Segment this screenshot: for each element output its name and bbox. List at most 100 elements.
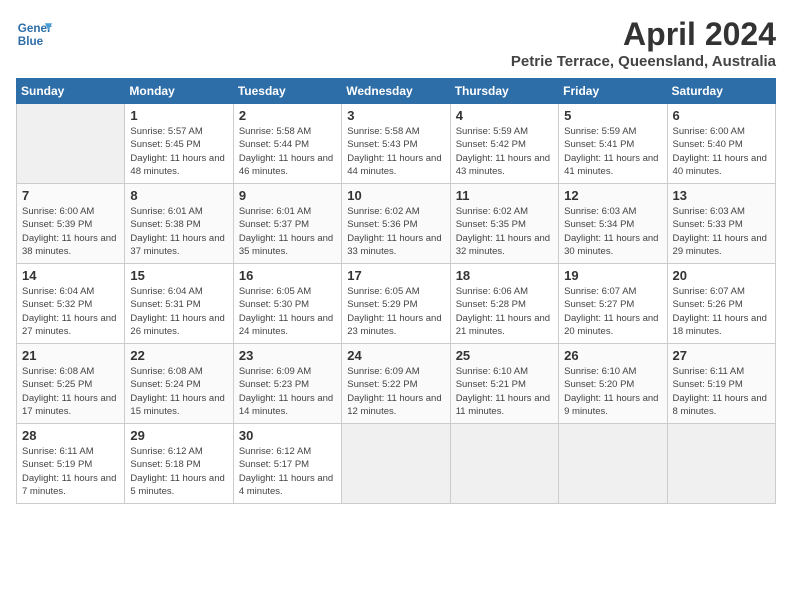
day-detail: Sunrise: 5:58 AM Sunset: 5:43 PM Dayligh… — [347, 125, 444, 178]
day-number: 22 — [130, 348, 227, 363]
weekday-header-thursday: Thursday — [450, 79, 558, 104]
calendar-cell: 19 Sunrise: 6:07 AM Sunset: 5:27 PM Dayl… — [559, 264, 667, 344]
day-number: 3 — [347, 108, 444, 123]
day-detail: Sunrise: 6:07 AM Sunset: 5:27 PM Dayligh… — [564, 285, 661, 338]
calendar-cell: 3 Sunrise: 5:58 AM Sunset: 5:43 PM Dayli… — [342, 104, 450, 184]
day-number: 4 — [456, 108, 553, 123]
calendar-week-row: 28 Sunrise: 6:11 AM Sunset: 5:19 PM Dayl… — [17, 424, 776, 504]
day-detail: Sunrise: 5:59 AM Sunset: 5:42 PM Dayligh… — [456, 125, 553, 178]
calendar-cell: 8 Sunrise: 6:01 AM Sunset: 5:38 PM Dayli… — [125, 184, 233, 264]
day-detail: Sunrise: 5:57 AM Sunset: 5:45 PM Dayligh… — [130, 125, 227, 178]
day-detail: Sunrise: 6:00 AM Sunset: 5:39 PM Dayligh… — [22, 205, 119, 258]
calendar-table: SundayMondayTuesdayWednesdayThursdayFrid… — [16, 78, 776, 504]
calendar-cell: 26 Sunrise: 6:10 AM Sunset: 5:20 PM Dayl… — [559, 344, 667, 424]
day-number: 25 — [456, 348, 553, 363]
calendar-cell: 10 Sunrise: 6:02 AM Sunset: 5:36 PM Dayl… — [342, 184, 450, 264]
weekday-header-saturday: Saturday — [667, 79, 775, 104]
day-detail: Sunrise: 6:06 AM Sunset: 5:28 PM Dayligh… — [456, 285, 553, 338]
day-number: 2 — [239, 108, 336, 123]
weekday-header-monday: Monday — [125, 79, 233, 104]
calendar-cell: 20 Sunrise: 6:07 AM Sunset: 5:26 PM Dayl… — [667, 264, 775, 344]
calendar-cell — [559, 424, 667, 504]
calendar-cell: 27 Sunrise: 6:11 AM Sunset: 5:19 PM Dayl… — [667, 344, 775, 424]
day-number: 8 — [130, 188, 227, 203]
weekday-header-friday: Friday — [559, 79, 667, 104]
day-detail: Sunrise: 5:59 AM Sunset: 5:41 PM Dayligh… — [564, 125, 661, 178]
calendar-week-row: 7 Sunrise: 6:00 AM Sunset: 5:39 PM Dayli… — [17, 184, 776, 264]
day-detail: Sunrise: 6:08 AM Sunset: 5:24 PM Dayligh… — [130, 365, 227, 418]
weekday-header-wednesday: Wednesday — [342, 79, 450, 104]
day-number: 11 — [456, 188, 553, 203]
calendar-cell — [17, 104, 125, 184]
day-number: 9 — [239, 188, 336, 203]
day-number: 17 — [347, 268, 444, 283]
day-detail: Sunrise: 6:08 AM Sunset: 5:25 PM Dayligh… — [22, 365, 119, 418]
day-number: 18 — [456, 268, 553, 283]
calendar-cell: 25 Sunrise: 6:10 AM Sunset: 5:21 PM Dayl… — [450, 344, 558, 424]
calendar-cell: 17 Sunrise: 6:05 AM Sunset: 5:29 PM Dayl… — [342, 264, 450, 344]
day-detail: Sunrise: 6:02 AM Sunset: 5:35 PM Dayligh… — [456, 205, 553, 258]
day-number: 10 — [347, 188, 444, 203]
day-detail: Sunrise: 6:05 AM Sunset: 5:30 PM Dayligh… — [239, 285, 336, 338]
page-header: General Blue April 2024 Petrie Terrace, … — [16, 16, 776, 70]
svg-text:Blue: Blue — [18, 35, 44, 48]
weekday-header-row: SundayMondayTuesdayWednesdayThursdayFrid… — [17, 79, 776, 104]
day-detail: Sunrise: 6:07 AM Sunset: 5:26 PM Dayligh… — [673, 285, 770, 338]
calendar-cell: 24 Sunrise: 6:09 AM Sunset: 5:22 PM Dayl… — [342, 344, 450, 424]
weekday-header-tuesday: Tuesday — [233, 79, 341, 104]
calendar-cell — [450, 424, 558, 504]
calendar-cell: 15 Sunrise: 6:04 AM Sunset: 5:31 PM Dayl… — [125, 264, 233, 344]
calendar-cell: 14 Sunrise: 6:04 AM Sunset: 5:32 PM Dayl… — [17, 264, 125, 344]
calendar-cell: 7 Sunrise: 6:00 AM Sunset: 5:39 PM Dayli… — [17, 184, 125, 264]
day-number: 16 — [239, 268, 336, 283]
day-detail: Sunrise: 6:10 AM Sunset: 5:20 PM Dayligh… — [564, 365, 661, 418]
day-detail: Sunrise: 6:09 AM Sunset: 5:22 PM Dayligh… — [347, 365, 444, 418]
day-detail: Sunrise: 6:11 AM Sunset: 5:19 PM Dayligh… — [673, 365, 770, 418]
day-number: 7 — [22, 188, 119, 203]
calendar-cell: 1 Sunrise: 5:57 AM Sunset: 5:45 PM Dayli… — [125, 104, 233, 184]
calendar-cell: 9 Sunrise: 6:01 AM Sunset: 5:37 PM Dayli… — [233, 184, 341, 264]
day-detail: Sunrise: 6:11 AM Sunset: 5:19 PM Dayligh… — [22, 445, 119, 498]
day-detail: Sunrise: 6:10 AM Sunset: 5:21 PM Dayligh… — [456, 365, 553, 418]
weekday-header-sunday: Sunday — [17, 79, 125, 104]
day-detail: Sunrise: 6:01 AM Sunset: 5:37 PM Dayligh… — [239, 205, 336, 258]
day-detail: Sunrise: 6:03 AM Sunset: 5:33 PM Dayligh… — [673, 205, 770, 258]
calendar-cell: 13 Sunrise: 6:03 AM Sunset: 5:33 PM Dayl… — [667, 184, 775, 264]
day-number: 5 — [564, 108, 661, 123]
day-detail: Sunrise: 6:04 AM Sunset: 5:32 PM Dayligh… — [22, 285, 119, 338]
calendar-cell: 29 Sunrise: 6:12 AM Sunset: 5:18 PM Dayl… — [125, 424, 233, 504]
location-subtitle: Petrie Terrace, Queensland, Australia — [511, 53, 776, 70]
day-detail: Sunrise: 6:09 AM Sunset: 5:23 PM Dayligh… — [239, 365, 336, 418]
day-number: 28 — [22, 428, 119, 443]
day-number: 6 — [673, 108, 770, 123]
calendar-week-row: 21 Sunrise: 6:08 AM Sunset: 5:25 PM Dayl… — [17, 344, 776, 424]
day-number: 27 — [673, 348, 770, 363]
day-detail: Sunrise: 6:05 AM Sunset: 5:29 PM Dayligh… — [347, 285, 444, 338]
day-number: 15 — [130, 268, 227, 283]
day-number: 29 — [130, 428, 227, 443]
day-detail: Sunrise: 6:12 AM Sunset: 5:18 PM Dayligh… — [130, 445, 227, 498]
day-number: 13 — [673, 188, 770, 203]
calendar-cell: 21 Sunrise: 6:08 AM Sunset: 5:25 PM Dayl… — [17, 344, 125, 424]
calendar-cell: 18 Sunrise: 6:06 AM Sunset: 5:28 PM Dayl… — [450, 264, 558, 344]
day-number: 30 — [239, 428, 336, 443]
calendar-week-row: 1 Sunrise: 5:57 AM Sunset: 5:45 PM Dayli… — [17, 104, 776, 184]
day-detail: Sunrise: 6:12 AM Sunset: 5:17 PM Dayligh… — [239, 445, 336, 498]
calendar-cell: 12 Sunrise: 6:03 AM Sunset: 5:34 PM Dayl… — [559, 184, 667, 264]
day-detail: Sunrise: 6:01 AM Sunset: 5:38 PM Dayligh… — [130, 205, 227, 258]
day-number: 1 — [130, 108, 227, 123]
calendar-cell: 4 Sunrise: 5:59 AM Sunset: 5:42 PM Dayli… — [450, 104, 558, 184]
calendar-cell: 23 Sunrise: 6:09 AM Sunset: 5:23 PM Dayl… — [233, 344, 341, 424]
day-detail: Sunrise: 5:58 AM Sunset: 5:44 PM Dayligh… — [239, 125, 336, 178]
day-number: 26 — [564, 348, 661, 363]
day-number: 21 — [22, 348, 119, 363]
calendar-cell: 30 Sunrise: 6:12 AM Sunset: 5:17 PM Dayl… — [233, 424, 341, 504]
day-number: 20 — [673, 268, 770, 283]
day-number: 19 — [564, 268, 661, 283]
calendar-cell: 22 Sunrise: 6:08 AM Sunset: 5:24 PM Dayl… — [125, 344, 233, 424]
title-block: April 2024 Petrie Terrace, Queensland, A… — [511, 16, 776, 70]
calendar-cell: 11 Sunrise: 6:02 AM Sunset: 5:35 PM Dayl… — [450, 184, 558, 264]
calendar-week-row: 14 Sunrise: 6:04 AM Sunset: 5:32 PM Dayl… — [17, 264, 776, 344]
calendar-cell: 28 Sunrise: 6:11 AM Sunset: 5:19 PM Dayl… — [17, 424, 125, 504]
day-number: 14 — [22, 268, 119, 283]
